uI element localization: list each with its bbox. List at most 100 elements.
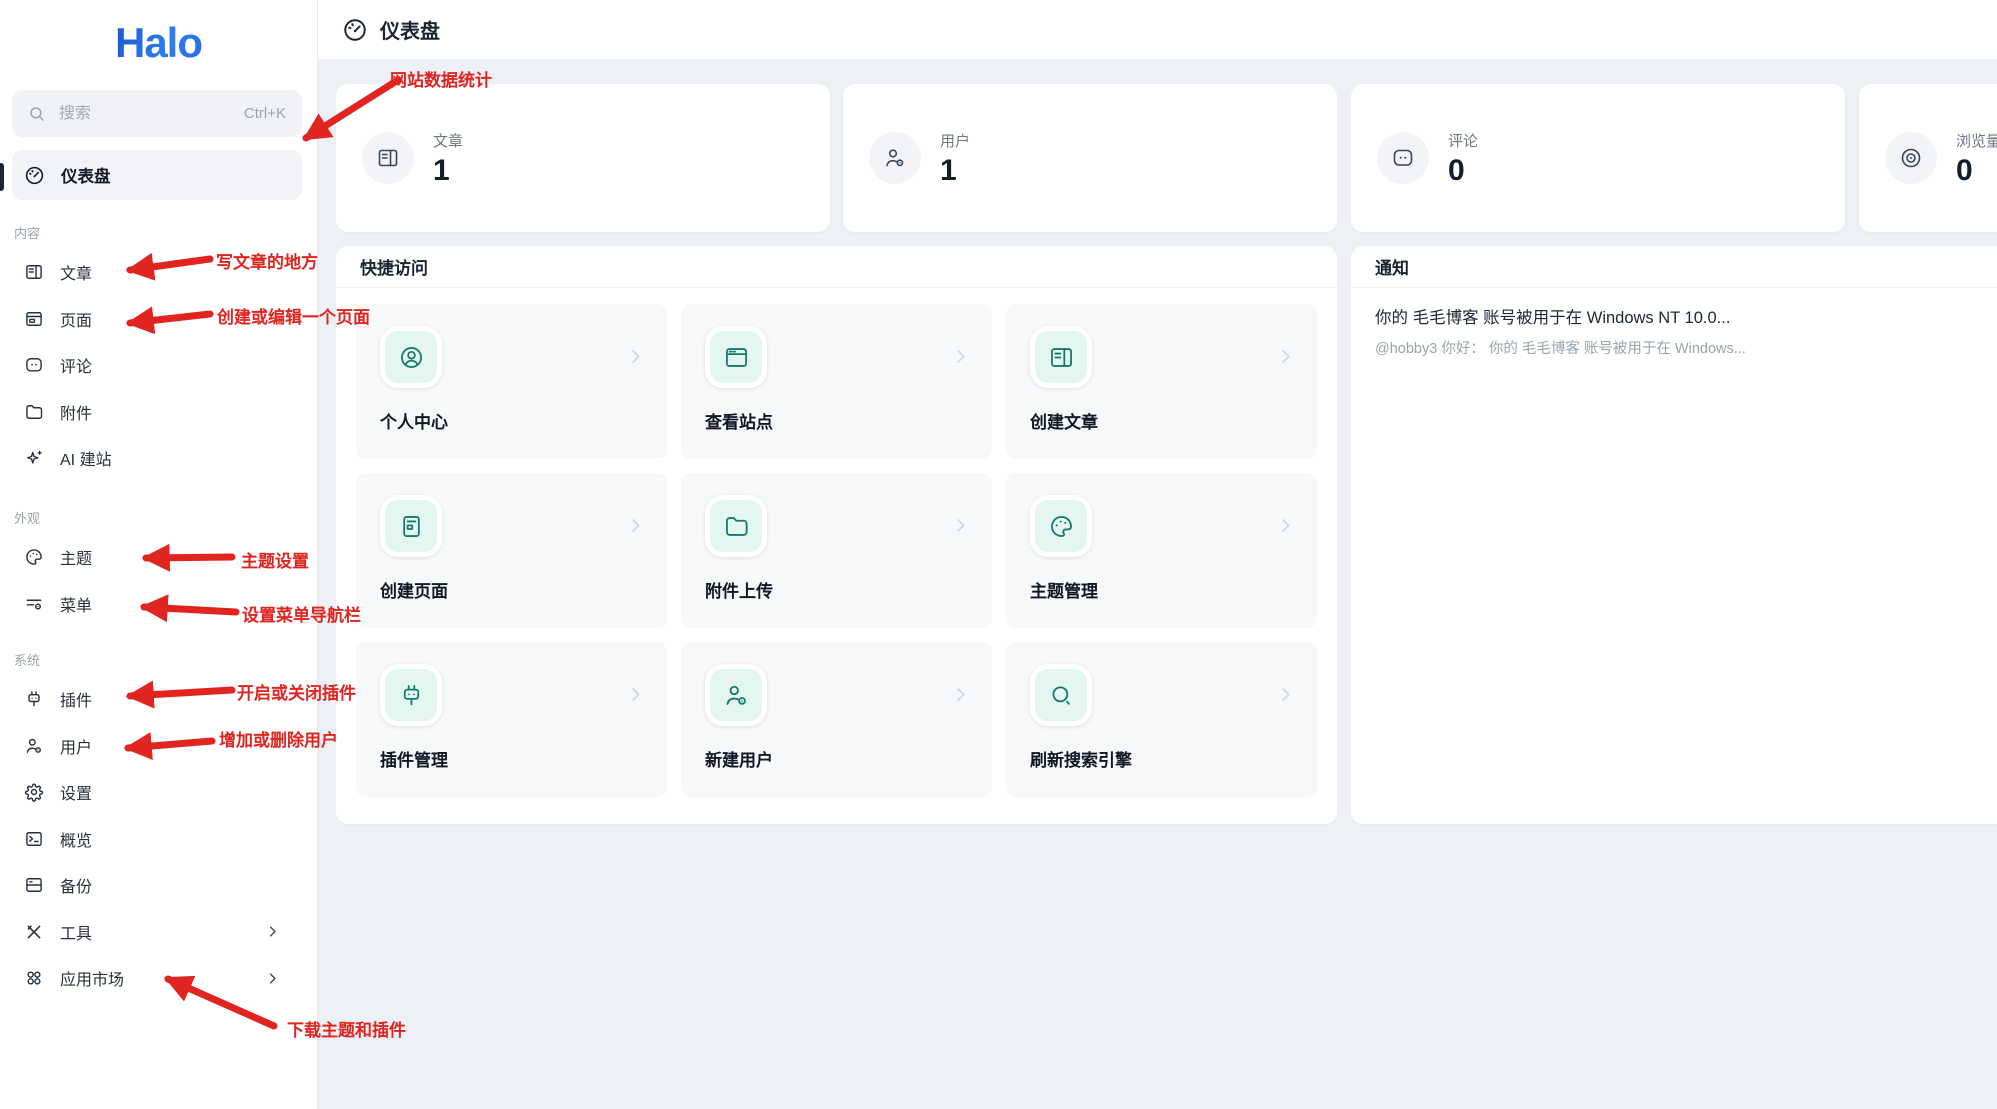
sidebar-item-tools[interactable]: 工具 <box>0 909 318 956</box>
quick-access-panel: 快捷访问 个人中心 查看站点 创建文章 <box>336 246 1337 824</box>
sidebar-item-label: 菜单 <box>60 592 92 616</box>
notifications-title: 通知 <box>1351 246 1997 288</box>
palette-icon <box>24 547 44 567</box>
tile-label: 刷新搜索引擎 <box>1030 746 1132 771</box>
sidebar-item-app-market[interactable]: 应用市场 <box>0 955 318 1002</box>
chevron-right-icon <box>951 685 970 704</box>
sidebar-item-ai-builder[interactable]: AI 建站 <box>0 435 318 482</box>
search-icon <box>1035 669 1087 721</box>
palette-icon <box>1035 500 1087 552</box>
folder-icon <box>24 402 44 422</box>
sidebar-item-pages[interactable]: 页面 <box>0 296 318 343</box>
gear-icon <box>24 782 44 802</box>
plug-icon <box>24 689 44 709</box>
active-indicator <box>0 163 4 191</box>
chevron-right-icon <box>1276 516 1295 535</box>
sidebar-item-backup[interactable]: 备份 <box>0 862 318 909</box>
section-label-content: 内容 <box>0 200 318 249</box>
pages-icon <box>24 309 44 329</box>
page-title: 仪表盘 <box>380 15 440 44</box>
sidebar-item-attachments[interactable]: 附件 <box>0 389 318 436</box>
archive-icon <box>24 875 44 895</box>
user-gear-icon <box>24 736 44 756</box>
tools-icon <box>24 922 44 942</box>
main-area: 仪表盘 文章 1 用户 1 评论 0 浏览量 0 快捷访问 <box>318 0 1997 1109</box>
sidebar-item-settings[interactable]: 设置 <box>0 769 318 816</box>
user-circle-icon <box>385 331 437 383</box>
chevron-right-icon <box>626 347 645 366</box>
sidebar-item-dashboard[interactable]: 仪表盘 <box>12 150 302 200</box>
tile-upload-attachment[interactable]: 附件上传 <box>681 473 992 628</box>
sparkles-icon <box>24 448 44 468</box>
sidebar-item-label: 主题 <box>60 545 92 569</box>
sidebar-item-label: 概览 <box>60 827 92 851</box>
apps-icon <box>24 968 44 988</box>
tile-label: 附件上传 <box>705 577 773 602</box>
views-icon <box>1885 132 1937 184</box>
chevron-right-icon <box>265 924 280 939</box>
stat-value: 1 <box>433 156 463 186</box>
dashboard-content: 文章 1 用户 1 评论 0 浏览量 0 快捷访问 个人中心 <box>318 60 1997 1109</box>
tile-view-site[interactable]: 查看站点 <box>681 304 992 459</box>
stat-value: 1 <box>940 156 970 186</box>
tile-label: 创建页面 <box>380 577 448 602</box>
tile-label: 查看站点 <box>705 408 773 433</box>
tile-label: 新建用户 <box>705 746 773 771</box>
stat-card-users: 用户 1 <box>843 84 1337 232</box>
chevron-right-icon <box>1276 347 1295 366</box>
sidebar-item-plugins[interactable]: 插件 <box>0 676 318 723</box>
posts-icon <box>24 262 44 282</box>
plug-icon <box>385 669 437 721</box>
folder-icon <box>710 500 762 552</box>
tile-plugin-management[interactable]: 插件管理 <box>356 642 667 797</box>
search-icon <box>28 105 46 123</box>
stat-card-comments: 评论 0 <box>1351 84 1845 232</box>
chevron-right-icon <box>626 685 645 704</box>
comment-icon <box>24 355 44 375</box>
chevron-right-icon <box>951 516 970 535</box>
notification-item-subtitle: @hobby3 你好： 你的 毛毛博客 账号被用于在 Windows... <box>1375 337 1997 358</box>
halo-logo: Halo <box>115 20 202 66</box>
browser-icon <box>710 331 762 383</box>
gauge-icon <box>342 17 368 43</box>
user-gear-icon <box>869 132 921 184</box>
chevron-right-icon <box>626 516 645 535</box>
tile-label: 个人中心 <box>380 408 448 433</box>
stat-label: 用户 <box>940 130 970 151</box>
sidebar-item-label: 评论 <box>60 353 92 377</box>
tile-refresh-search-engine[interactable]: 刷新搜索引擎 <box>1006 642 1317 797</box>
sidebar-item-overview[interactable]: 概览 <box>0 816 318 863</box>
tile-create-post[interactable]: 创建文章 <box>1006 304 1317 459</box>
sidebar-item-posts[interactable]: 文章 <box>0 249 318 296</box>
gauge-icon <box>24 165 45 186</box>
search-box[interactable]: Ctrl+K <box>12 90 302 137</box>
chevron-right-icon <box>951 347 970 366</box>
sidebar-item-label: 用户 <box>60 734 92 758</box>
sidebar: Halo Ctrl+K 仪表盘 内容 文章 页面 评论 附件 <box>0 0 318 1109</box>
sidebar-item-label: AI 建站 <box>60 446 112 470</box>
sidebar-item-menus[interactable]: 菜单 <box>0 581 318 628</box>
stat-label: 浏览量 <box>1956 130 1997 151</box>
search-shortcut: Ctrl+K <box>244 105 286 122</box>
sidebar-item-label: 文章 <box>60 260 92 284</box>
sidebar-item-label: 备份 <box>60 873 92 897</box>
posts-icon <box>362 132 414 184</box>
tile-label: 主题管理 <box>1030 577 1098 602</box>
terminal-icon <box>24 829 44 849</box>
comment-icon <box>1377 132 1429 184</box>
chevron-right-icon <box>1276 685 1295 704</box>
tile-theme-management[interactable]: 主题管理 <box>1006 473 1317 628</box>
quick-access-grid: 个人中心 查看站点 创建文章 创建页面 <box>356 304 1317 797</box>
tile-profile-center[interactable]: 个人中心 <box>356 304 667 459</box>
tile-create-page[interactable]: 创建页面 <box>356 473 667 628</box>
sidebar-item-comments[interactable]: 评论 <box>0 342 318 389</box>
sidebar-item-label: 页面 <box>60 307 92 331</box>
stat-label: 评论 <box>1448 130 1478 151</box>
notification-item[interactable]: 你的 毛毛博客 账号被用于在 Windows NT 10.0... @hobby… <box>1351 288 1997 358</box>
sidebar-item-label: 工具 <box>60 920 92 944</box>
chevron-right-icon <box>265 971 280 986</box>
tile-new-user[interactable]: 新建用户 <box>681 642 992 797</box>
sidebar-item-themes[interactable]: 主题 <box>0 534 318 581</box>
search-input[interactable] <box>59 105 231 123</box>
sidebar-item-users[interactable]: 用户 <box>0 723 318 770</box>
